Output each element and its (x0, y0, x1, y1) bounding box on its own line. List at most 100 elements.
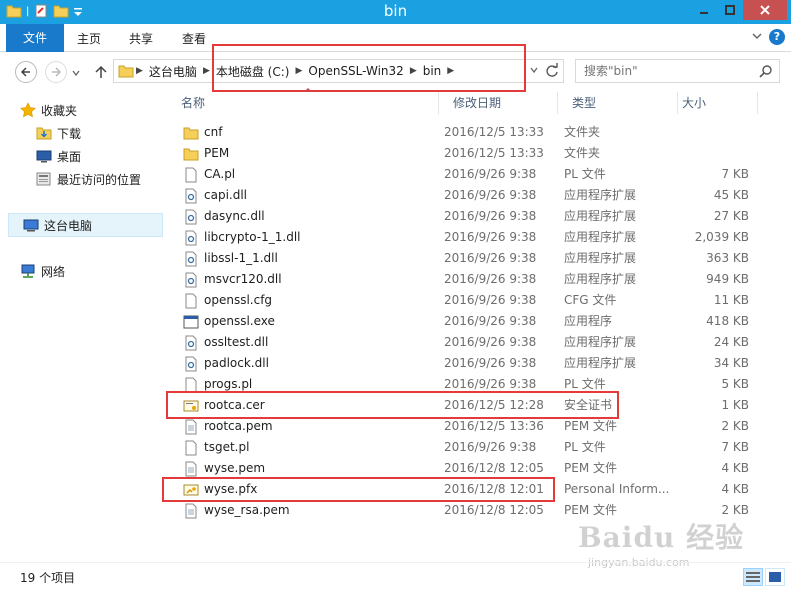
file-size: 34 KB (713, 356, 749, 370)
folder-icon (183, 146, 199, 162)
search-input[interactable] (584, 63, 754, 79)
column-header-size[interactable]: 大小 (678, 92, 758, 114)
desktop-icon (36, 150, 52, 163)
sidebar-item-label: 收藏夹 (41, 103, 78, 118)
maximize-button[interactable] (717, 0, 743, 20)
file-row[interactable]: rootca.pem 2016/12/5 13:36 PEM 文件 2 KB (167, 416, 757, 437)
folder-icon (183, 125, 199, 141)
file-modified-date: 2016/12/8 12:05 (444, 461, 544, 475)
file-row[interactable]: openssl.cfg 2016/9/26 9:38 CFG 文件 11 KB (167, 290, 757, 311)
breadcrumb-this-pc[interactable]: 这台电脑 (145, 63, 201, 80)
exe-icon (183, 314, 199, 330)
chevron-down-icon[interactable] (529, 65, 539, 75)
column-header-type[interactable]: 类型 (558, 92, 678, 114)
search-box[interactable] (575, 59, 780, 83)
chevron-down-icon[interactable] (751, 30, 763, 42)
window-title: bin (383, 2, 408, 20)
certificate-icon (183, 398, 199, 414)
file-type: 应用程序扩展 (564, 230, 637, 244)
file-modified-date: 2016/9/26 9:38 (444, 230, 537, 244)
breadcrumb-separator[interactable]: ▶ (293, 66, 304, 76)
tab-file[interactable]: 文件 (6, 24, 64, 52)
address-bar[interactable]: ▶ 这台电脑 ▶ 本地磁盘 (C:) ▶ OpenSSL-Win32 ▶ bin… (113, 59, 564, 83)
file-type: 应用程序扩展 (564, 272, 637, 286)
file-row[interactable]: libcrypto-1_1.dll 2016/9/26 9:38 应用程序扩展 2,0… (167, 227, 757, 248)
file-row[interactable]: wyse.pfx 2016/12/8 12:01 Personal Inform..… (167, 479, 757, 500)
refresh-icon[interactable] (543, 62, 561, 80)
search-icon[interactable] (759, 64, 773, 78)
file-row[interactable]: wyse.pem 2016/12/8 12:05 PEM 文件 4 KB (167, 458, 757, 479)
details-view-icon (746, 572, 760, 582)
sidebar-item-this-pc[interactable]: 这台电脑 (8, 213, 163, 237)
file-type: PL 文件 (564, 167, 606, 181)
file-modified-date: 2016/9/26 9:38 (444, 314, 537, 328)
minimize-icon (700, 12, 708, 14)
sidebar-item-network[interactable]: 网络 (20, 261, 65, 281)
column-header-date[interactable]: 修改日期 (439, 92, 558, 114)
dll-icon (183, 356, 199, 372)
network-icon (21, 264, 35, 278)
file-row[interactable]: rootca.cer 2016/12/5 12:28 安全证书 1 KB (167, 395, 757, 416)
tab-share[interactable]: 共享 (126, 28, 156, 50)
dll-icon (183, 251, 199, 267)
file-name: progs.pl (204, 377, 253, 391)
file-row[interactable]: dasync.dll 2016/9/26 9:38 应用程序扩展 27 KB (167, 206, 757, 227)
file-row[interactable]: CA.pl 2016/9/26 9:38 PL 文件 7 KB (167, 164, 757, 185)
file-row[interactable]: PEM 2016/12/5 13:33 文件夹 (167, 143, 757, 164)
status-bar: 19 个项目 (0, 562, 791, 591)
dll-icon (183, 272, 199, 288)
sidebar-item-downloads[interactable]: 下载 (36, 123, 81, 143)
file-name: wyse.pem (204, 461, 266, 475)
file-type: 应用程序扩展 (564, 209, 637, 223)
recent-locations-icon[interactable] (71, 68, 81, 78)
large-icons-view-icon (769, 572, 781, 582)
sidebar-item-recent[interactable]: 最近访问的位置 (36, 169, 141, 189)
file-name: tsget.pl (204, 440, 250, 454)
file-row[interactable]: ossltest.dll 2016/9/26 9:38 应用程序扩展 24 KB (167, 332, 757, 353)
sidebar-item-label: 这台电脑 (44, 218, 93, 233)
file-type: 应用程序 (564, 314, 613, 328)
file-row[interactable]: capi.dll 2016/9/26 9:38 应用程序扩展 45 KB (167, 185, 757, 206)
file-size: 4 KB (721, 482, 749, 496)
ribbon-tabs: 文件 主页 共享 查看 ? (0, 24, 791, 52)
close-button[interactable] (743, 0, 787, 20)
file-row[interactable]: cnf 2016/12/5 13:33 文件夹 (167, 122, 757, 143)
file-row[interactable]: progs.pl 2016/9/26 9:38 PL 文件 5 KB (167, 374, 757, 395)
file-size: 949 KB (706, 272, 749, 286)
file-type: Personal Inform... (564, 482, 670, 496)
file-row[interactable]: msvcr120.dll 2016/9/26 9:38 应用程序扩展 949 KB (167, 269, 757, 290)
file-row[interactable]: padlock.dll 2016/9/26 9:38 应用程序扩展 34 KB (167, 353, 757, 374)
tab-home[interactable]: 主页 (74, 28, 104, 50)
dll-icon (183, 188, 199, 204)
sidebar-item-favorites[interactable]: 收藏夹 (20, 100, 77, 120)
arrow-up-icon[interactable] (94, 65, 108, 79)
tab-view[interactable]: 查看 (179, 28, 209, 50)
file-row[interactable]: openssl.exe 2016/9/26 9:38 应用程序 418 KB (167, 311, 757, 332)
file-size: 2 KB (721, 419, 749, 433)
breadcrumb-separator[interactable]: ▶ (201, 66, 212, 76)
file-size (687, 143, 749, 164)
column-header-name[interactable]: 名称 (167, 92, 439, 114)
file-icon (183, 440, 199, 456)
back-button[interactable] (15, 61, 37, 83)
file-row[interactable]: libssl-1_1.dll 2016/9/26 9:38 应用程序扩展 363 KB (167, 248, 757, 269)
breadcrumb-separator[interactable]: ▶ (134, 66, 145, 76)
file-row[interactable]: tsget.pl 2016/9/26 9:38 PL 文件 7 KB (167, 437, 757, 458)
breadcrumb-separator[interactable]: ▶ (445, 66, 456, 76)
sidebar-item-desktop[interactable]: 桌面 (36, 146, 81, 166)
breadcrumb-local-disk[interactable]: 本地磁盘 (C:) (212, 63, 294, 80)
file-size: 363 KB (706, 251, 749, 265)
minimize-button[interactable] (691, 0, 717, 20)
file-name: padlock.dll (204, 356, 269, 370)
breadcrumb-openssl[interactable]: OpenSSL-Win32 (304, 64, 407, 78)
breadcrumb-separator[interactable]: ▶ (408, 66, 419, 76)
help-icon[interactable]: ? (769, 29, 785, 45)
file-name: CA.pl (204, 167, 236, 181)
file-row[interactable]: wyse_rsa.pem 2016/12/8 12:05 PEM 文件 2 KB (167, 500, 757, 521)
file-modified-date: 2016/9/26 9:38 (444, 272, 537, 286)
large-icons-view-button[interactable] (765, 568, 785, 586)
file-list: 名称 修改日期 类型 大小 cnf 2016/12/5 13:33 文件夹 PEM 20… (167, 88, 791, 560)
breadcrumb-bin[interactable]: bin (419, 64, 446, 78)
details-view-button[interactable] (743, 568, 763, 586)
forward-button[interactable] (45, 61, 67, 83)
